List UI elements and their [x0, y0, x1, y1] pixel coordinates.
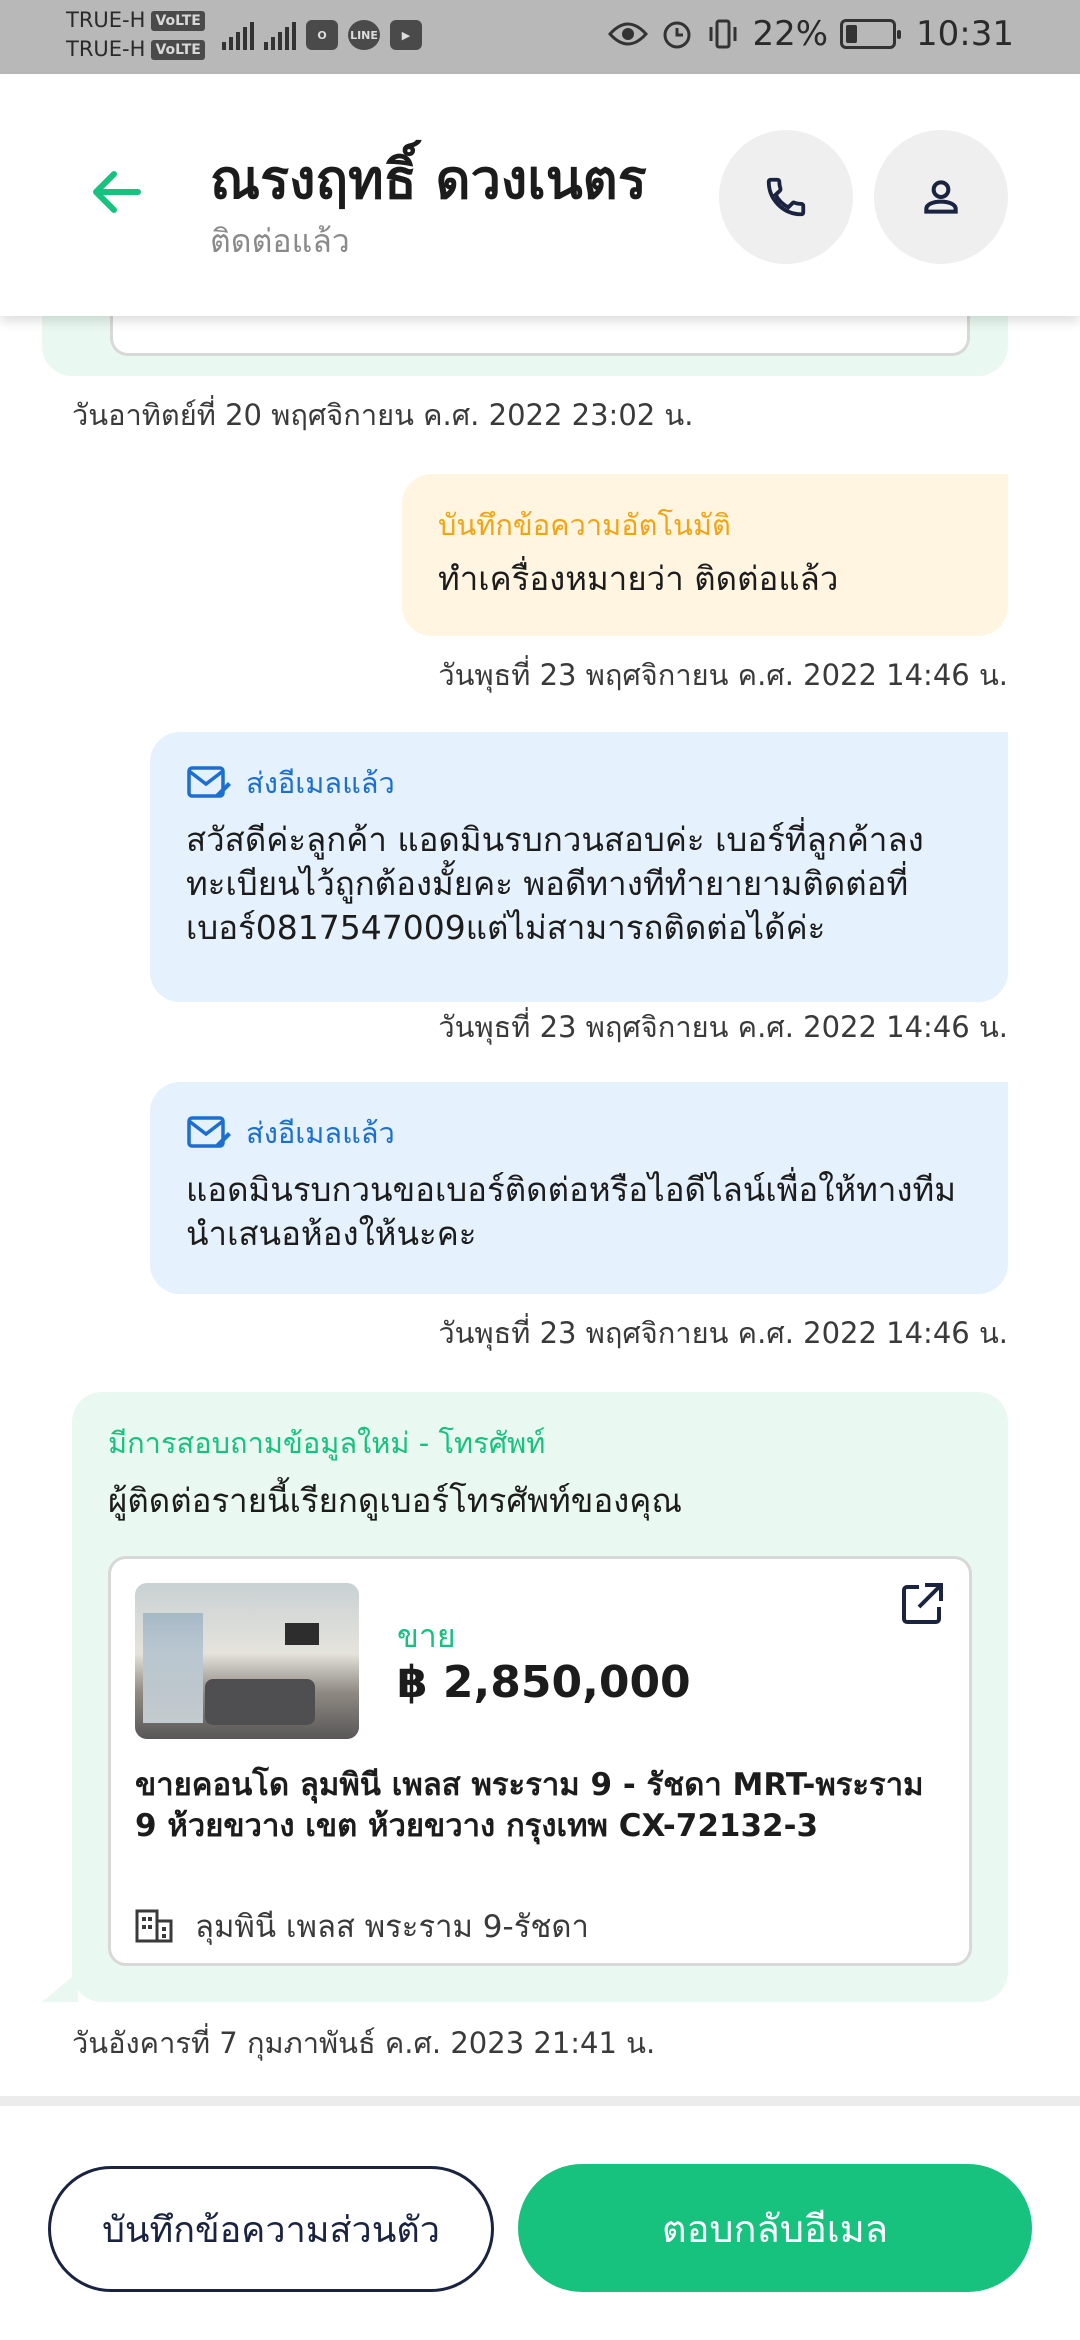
message-timestamp: วันอังคารที่ 7 กุมภาพันธ์ ค.ศ. 2023 21:4…	[72, 2026, 656, 2060]
email-sent-icon	[187, 766, 231, 798]
sent-email-text: แอดมินรบกวนขอเบอร์ติดต่อหรือไอดีไลน์เพื่…	[186, 1170, 956, 1253]
vibrate-icon	[709, 19, 737, 49]
message-timestamp: วันพุธที่ 23 พฤศจิกายน ค.ศ. 2022 14:46 น…	[438, 1316, 1008, 1350]
outlook-icon: O	[306, 20, 338, 50]
inquiry-label: มีการสอบถามข้อมูลใหม่ - โทรศัพท์	[108, 1426, 546, 1460]
listing-project-name: ลุมพินี เพลส พระราม 9-รัชดา	[195, 1909, 589, 1945]
call-button[interactable]	[719, 130, 853, 264]
contact-name: ณรงฤทธิ์ ดวงเนตร	[210, 148, 647, 211]
carrier-info: TRUE-H VoLTE TRUE-H VoLTE	[66, 6, 205, 64]
signal-4g-icon	[264, 20, 296, 50]
contact-status: ติดต่อแล้ว	[210, 222, 350, 260]
sent-email-bubble: ส่งอีเมลแล้ว แอดมินรบกวนขอเบอร์ติดต่อหรื…	[150, 1082, 1008, 1294]
system-status: 22% 10:31	[608, 14, 1014, 54]
sent-email-bubble: ส่งอีเมลแล้ว สวัสดีค่ะลูกค้า แอดมินรบกวน…	[150, 732, 1008, 1002]
back-button[interactable]	[86, 162, 146, 222]
listing-thumbnail	[135, 1583, 359, 1739]
arrow-left-icon	[93, 171, 141, 213]
message-timestamp: วันพุธที่ 23 พฤศจิกายน ค.ศ. 2022 14:46 น…	[438, 658, 1008, 692]
listing-card[interactable]: ขาย ฿ 2,850,000 ขายคอนโด ลุมพินี เพลส พร…	[108, 1556, 972, 1966]
youtube-icon: ▶	[390, 20, 422, 50]
clock: 10:31	[916, 14, 1014, 54]
line-icon: LINE	[348, 20, 380, 50]
external-link-icon[interactable]	[897, 1579, 947, 1629]
action-footer: บันทึกข้อความส่วนตัว ตอบกลับอีเมล	[0, 2096, 1080, 2340]
signal-icon	[222, 20, 254, 50]
sent-email-label: ส่งอีเมลแล้ว	[246, 1116, 395, 1150]
conversation-thread[interactable]: วันอาทิตย์ที่ 20 พฤศจิกายน ค.ศ. 2022 23:…	[0, 316, 1080, 2086]
contact-header: ณรงฤทธิ์ ดวงเนตร ติดต่อแล้ว	[0, 74, 1080, 316]
battery-icon	[840, 19, 902, 49]
inquiry-text: ผู้ติดต่อรายนี้เรียกดูเบอร์โทรศัพท์ของคุ…	[108, 1481, 682, 1520]
previous-listing-card[interactable]	[110, 316, 970, 356]
listing-price: ฿ 2,850,000	[397, 1657, 691, 1708]
sent-email-label: ส่งอีเมลแล้ว	[246, 766, 395, 800]
alarm-icon	[663, 21, 691, 49]
status-bar: TRUE-H VoLTE TRUE-H VoLTE O LINE ▶ 22% 10:…	[0, 0, 1080, 74]
reply-email-button[interactable]: ตอบกลับอีเมล	[518, 2164, 1032, 2292]
listing-title: ขายคอนโด ลุมพินี เพลส พระราม 9 - รัชดา M…	[135, 1767, 924, 1844]
person-icon	[924, 180, 958, 214]
listing-project: ลุมพินี เพลส พระราม 9-รัชดา	[135, 1901, 589, 1951]
eye-icon	[608, 22, 649, 46]
email-sent-icon	[187, 1116, 231, 1148]
volte-badge: VoLTE	[151, 10, 205, 31]
listing-sale-label: ขาย	[397, 1617, 456, 1655]
auto-note-text: ทำเครื่องหมายว่า ติดต่อแล้ว	[438, 559, 839, 598]
profile-button[interactable]	[874, 130, 1008, 264]
message-timestamp: วันอาทิตย์ที่ 20 พฤศจิกายน ค.ศ. 2022 23:…	[72, 398, 694, 432]
carrier-1: TRUE-H	[66, 8, 146, 32]
message-timestamp: วันพุธที่ 23 พฤศจิกายน ค.ศ. 2022 14:46 น…	[438, 1010, 1008, 1044]
auto-note-label: บันทึกข้อความอัตโนมัติ	[438, 508, 731, 542]
auto-note-bubble: บันทึกข้อความอัตโนมัติ ทำเครื่องหมายว่า …	[402, 474, 1008, 636]
battery-percent: 22%	[752, 14, 829, 54]
volte-badge: VoLTE	[151, 39, 205, 60]
carrier-2: TRUE-H	[66, 37, 146, 61]
inquiry-bubble: มีการสอบถามข้อมูลใหม่ - โทรศัพท์ ผู้ติดต…	[72, 1392, 1008, 2002]
sent-email-text: สวัสดีค่ะลูกค้า แอดมินรบกวนสอบค่ะ เบอร์ท…	[186, 820, 924, 947]
notification-icons: O LINE ▶	[222, 20, 422, 50]
phone-icon	[766, 177, 806, 217]
private-note-button[interactable]: บันทึกข้อความส่วนตัว	[48, 2166, 494, 2292]
building-icon	[135, 1909, 173, 1943]
